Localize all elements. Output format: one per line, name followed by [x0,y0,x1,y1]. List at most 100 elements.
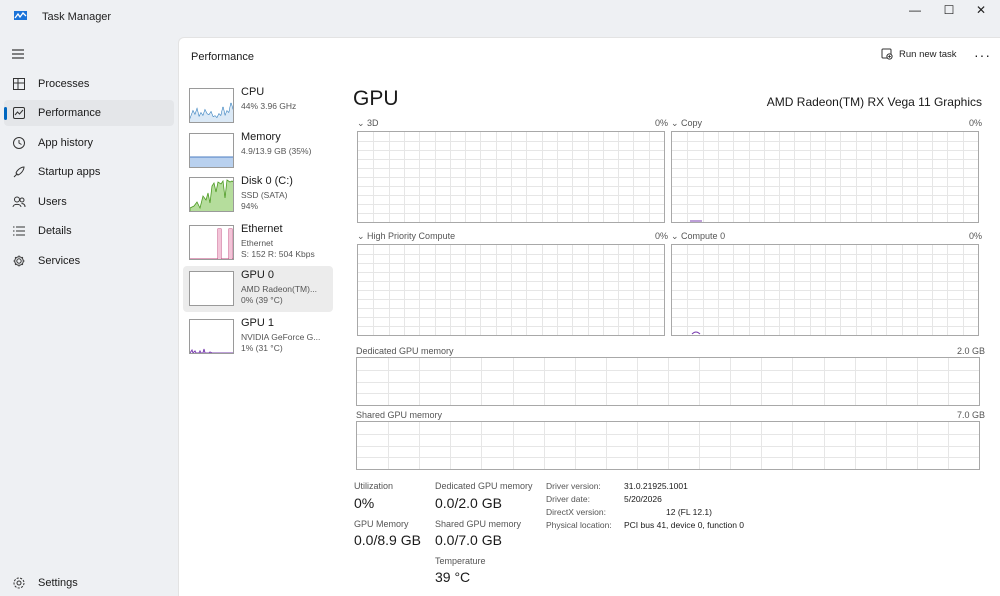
nav-label: Users [38,196,67,208]
engine-high-priority-compute-graph [357,244,665,336]
device-detail: Ethernet [241,238,274,248]
selection-indicator [4,107,7,120]
run-new-task-button[interactable]: Run new task [881,48,957,60]
engine-value: 0% [969,118,983,128]
device-item-gpu0[interactable]: GPU 0 AMD Radeon(TM)... 0% (39 °C) [183,266,333,312]
device-name: Memory [241,131,281,143]
nav-item-app-history[interactable]: App history [4,130,174,156]
gpu-memory-label: GPU Memory [354,519,409,529]
engine-value: 0% [655,231,669,241]
shared-memory-max: 7.0 GB [957,410,986,420]
engine-compute0-graph [671,244,979,336]
driver-date-key: Driver date: [546,494,590,504]
engine-copy-selector[interactable]: ⌄ Copy [671,118,702,129]
main-panel: Performance Run new task ··· CPU 44% 3.9… [178,37,1000,596]
engine-3d-graph [357,131,665,223]
services-icon [13,255,25,267]
nav-item-performance[interactable]: Performance [4,100,174,126]
driver-version-value: 31.0.21925.1001 [624,481,688,491]
engine-value: 0% [969,231,983,241]
gpu-memory-value: 0.0/8.9 GB [354,532,421,548]
startup-apps-icon [13,166,25,178]
more-options-button[interactable]: ··· [974,47,991,63]
shared-memory-graph-label: Shared GPU memory [356,410,443,420]
close-button[interactable]: ✕ [964,2,998,18]
settings-gear-icon [13,577,25,589]
driver-version-key: Driver version: [546,481,601,491]
page-title: Performance [191,51,254,63]
dedicated-memory-graph-label: Dedicated GPU memory [356,346,454,356]
device-item-disk[interactable]: Disk 0 (C:) SSD (SATA) 94% [183,172,333,218]
nav-item-processes[interactable]: Processes [4,71,174,97]
shared-memory-value: 0.0/7.0 GB [435,532,502,548]
device-detail: 44% 3.96 GHz [241,101,297,111]
device-item-cpu[interactable]: CPU 44% 3.96 GHz [183,83,333,129]
gpu0-thumbnail [189,271,234,306]
nav-item-services[interactable]: Services [4,248,174,274]
chevron-down-icon: ⌄ [671,118,682,128]
gpu1-thumbnail [189,319,234,354]
nav-label: Processes [38,78,90,90]
nav-item-users[interactable]: Users [4,189,174,215]
device-detail: SSD (SATA) [241,190,288,200]
device-name: GPU 1 [241,317,275,329]
nav-label: Performance [38,107,101,119]
device-detail: 1% (31 °C) [241,343,283,353]
engine-label: 3D [367,118,379,128]
directx-version-value: 12 (FL 12.1) [666,507,712,517]
gpu-model-name: AMD Radeon(TM) RX Vega 11 Graphics [766,95,982,109]
minimize-button[interactable]: — [898,2,932,18]
run-new-task-label: Run new task [899,48,957,60]
maximize-button[interactable]: ☐ [932,2,966,18]
device-name: Disk 0 (C:) [241,175,293,187]
engine-3d-selector[interactable]: ⌄ 3D [357,118,379,129]
device-detail: AMD Radeon(TM)... [241,284,318,294]
chevron-down-icon: ⌄ [357,118,368,128]
shared-memory-graph [356,421,980,470]
directx-version-key: DirectX version: [546,507,606,517]
app-history-icon [13,137,25,149]
device-detail: NVIDIA GeForce G... [241,332,321,342]
shared-memory-label: Shared GPU memory [435,519,522,529]
title-bar: Task Manager — ☐ ✕ [0,0,1000,36]
engine-high-priority-compute-selector[interactable]: ⌄ High Priority Compute [357,231,455,242]
device-item-gpu1[interactable]: GPU 1 NVIDIA GeForce G... 1% (31 °C) [183,314,333,360]
physical-location-key: Physical location: [546,520,612,530]
engine-compute0-selector[interactable]: ⌄ Compute 0 [671,231,725,242]
processes-icon [13,78,25,90]
nav-item-details[interactable]: Details [4,218,174,244]
memory-thumbnail [189,133,234,168]
task-manager-app-icon [14,11,27,20]
device-item-memory[interactable]: Memory 4.9/13.9 GB (35%) [183,128,333,174]
nav-label: Services [38,255,81,267]
temperature-label: Temperature [435,556,486,566]
run-task-icon [881,48,893,60]
device-name: CPU [241,86,265,98]
nav-label: Startup apps [38,166,101,178]
details-icon [13,226,25,236]
physical-location-value: PCI bus 41, device 0, function 0 [624,520,745,530]
device-name: GPU 0 [241,269,275,281]
utilization-label: Utilization [354,481,394,491]
device-detail: S: 152 R: 504 Kbps [241,249,315,259]
hamburger-menu-icon[interactable] [11,47,25,61]
chevron-down-icon: ⌄ [357,231,368,241]
settings-label: Settings [38,577,78,589]
chevron-down-icon: ⌄ [671,231,682,241]
nav-item-startup-apps[interactable]: Startup apps [4,159,174,185]
device-item-ethernet[interactable]: Ethernet Ethernet S: 152 R: 504 Kbps [183,220,333,266]
nav-item-settings[interactable]: Settings [4,570,174,596]
dedicated-memory-graph [356,357,980,406]
cpu-thumbnail [189,88,234,123]
nav-label: Details [38,225,72,237]
nav-label: App history [38,137,94,149]
driver-date-value: 5/20/2026 [624,494,662,504]
ethernet-thumbnail [189,225,234,260]
engine-value: 0% [655,118,669,128]
temperature-value: 39 °C [435,569,471,585]
disk-thumbnail [189,177,234,212]
users-icon [12,196,26,208]
window-title: Task Manager [42,11,112,23]
utilization-value: 0% [354,495,375,511]
device-detail: 94% [241,201,259,211]
